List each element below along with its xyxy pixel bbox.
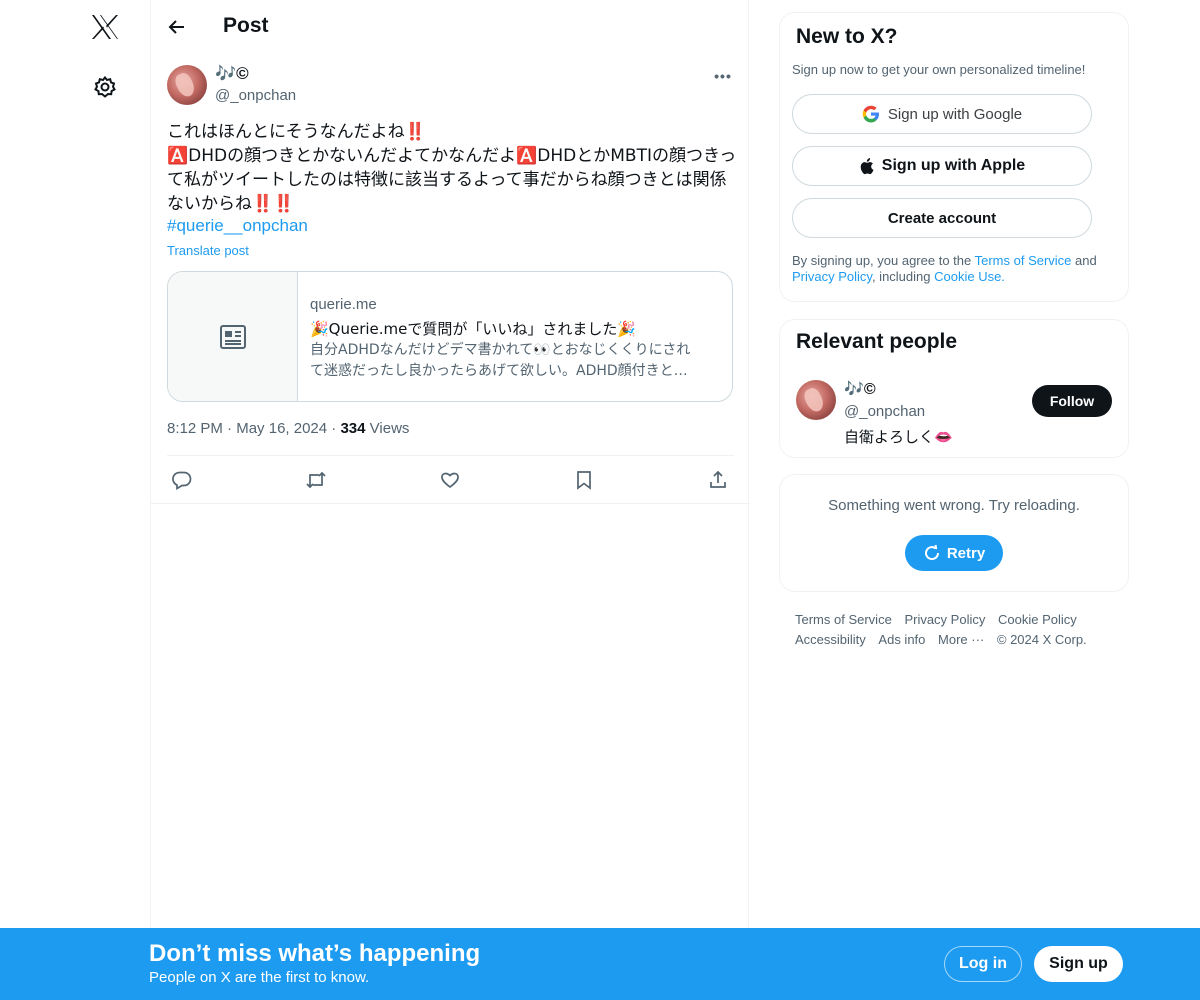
footer-link[interactable]: Accessibility: [795, 630, 866, 650]
apple-icon: [859, 157, 874, 175]
signup-button[interactable]: Sign up: [1034, 946, 1123, 982]
like-icon[interactable]: [438, 468, 462, 492]
author-name[interactable]: 🎶©: [215, 64, 249, 84]
translate-post-link[interactable]: Translate post: [167, 243, 249, 258]
legal-text: By signing up, you agree to the: [792, 253, 975, 268]
footer-link[interactable]: Privacy Policy: [904, 610, 985, 630]
card-title: 🎉Querie.meで質問が「いいね」されました🎉: [310, 320, 637, 338]
banner-subtitle: People on X are the first to know.: [149, 969, 370, 986]
reply-icon[interactable]: [170, 468, 194, 492]
card-description-line: 自分ADHDなんだけどデマ書かれて👀とおなじくくりにされ: [310, 342, 691, 358]
create-account-button[interactable]: Create account: [792, 198, 1092, 238]
retry-button[interactable]: Retry: [905, 535, 1003, 571]
follow-button[interactable]: Follow: [1032, 385, 1112, 417]
banner-title: Don’t miss what’s happening: [149, 940, 481, 967]
footer-more[interactable]: More ···: [938, 630, 984, 650]
post-time[interactable]: 8:12 PM: [167, 420, 223, 437]
refresh-icon: [923, 544, 941, 562]
relevant-name[interactable]: 🎶©: [844, 379, 876, 399]
google-icon: [862, 105, 880, 123]
copyright: © 2024 X Corp.: [996, 632, 1087, 647]
login-button[interactable]: Log in: [944, 946, 1022, 982]
separator: ·: [227, 420, 237, 437]
cookie-link[interactable]: Cookie Use.: [934, 269, 1005, 284]
page-header: Post: [151, 0, 750, 54]
bookmark-icon[interactable]: [572, 468, 596, 492]
relevant-title: Relevant people: [796, 330, 958, 353]
footer-link[interactable]: Ads info: [878, 630, 925, 650]
error-box: Something went wrong. Try reloading. Ret…: [779, 474, 1129, 592]
post-date[interactable]: May 16, 2024: [236, 420, 327, 437]
signup-apple-button[interactable]: Sign up with Apple: [792, 146, 1092, 186]
post-text-line: これはほんとにそうなんだよね‼️: [167, 122, 426, 142]
avatar[interactable]: [796, 380, 836, 420]
signup-legal: By signing up, you agree to the Terms of…: [792, 253, 1122, 285]
signup-box: New to X? Sign up now to get your own pe…: [779, 12, 1129, 302]
footer-links: Terms of Service Privacy Policy Cookie P…: [795, 610, 1115, 650]
divider: [151, 503, 750, 504]
hashtag-link[interactable]: #querie__onpchan: [167, 216, 308, 236]
footer-link[interactable]: Terms of Service: [795, 610, 892, 630]
author-handle[interactable]: @_onpchan: [215, 87, 296, 104]
card-domain: querie.me: [310, 296, 377, 313]
gear-icon[interactable]: [92, 74, 118, 100]
signup-subtitle: Sign up now to get your own personalized…: [792, 62, 1086, 77]
post-text-line: ないからね‼️‼️: [167, 194, 295, 214]
signup-google-button[interactable]: Sign up with Google: [792, 94, 1092, 134]
avatar[interactable]: [167, 65, 207, 105]
link-card[interactable]: querie.me 🎉Querie.meで質問が「いいね」されました🎉 自分AD…: [167, 271, 733, 402]
views-label: Views: [369, 420, 410, 437]
privacy-link[interactable]: Privacy Policy: [792, 269, 872, 284]
signup-google-label: Sign up with Google: [887, 105, 1023, 123]
views-count: 334: [340, 420, 366, 437]
relevant-people-box: Relevant people 🎶© @_onpchan 自衛よろしく👄 Fol…: [779, 319, 1129, 458]
repost-icon[interactable]: [304, 468, 328, 492]
post-actions: [167, 455, 734, 503]
post-text-line: て私がツイートしたのは特徴に該当するよって事だからね顔つきとは関係: [167, 170, 727, 190]
card-description-line: て迷惑だったし良かったらあげて欲しい。ADHD顔付きと…: [310, 363, 688, 379]
main-column: Post 🎶© @_onpchan ••• これはほんとにそうなんだよね‼️ 🅰…: [150, 0, 750, 1000]
share-icon[interactable]: [706, 468, 730, 492]
relevant-handle[interactable]: @_onpchan: [844, 403, 925, 420]
signup-title: New to X?: [796, 25, 898, 48]
page-title: Post: [223, 14, 269, 37]
post-text-line: 🅰️DHDの顔つきとかないんだよてかなんだよ🅰️DHDとかMBTIの顔つきっ: [167, 146, 737, 166]
post-text: これはほんとにそうなんだよね‼️ 🅰️DHDの顔つきとかないんだよてかなんだよ🅰…: [167, 120, 737, 216]
article-icon: [168, 272, 298, 401]
legal-text: , including: [871, 269, 935, 284]
legal-text: and: [1071, 253, 1097, 268]
left-nav: [0, 0, 150, 1000]
retry-label: Retry: [946, 544, 986, 562]
more-icon[interactable]: •••: [713, 66, 733, 86]
post-meta: 8:12 PM · May 16, 2024 · 334 Views: [167, 420, 409, 437]
terms-link[interactable]: Terms of Service: [975, 253, 1072, 268]
card-description: 自分ADHDなんだけどデマ書かれて👀とおなじくくりにされ て迷惑だったし良かった…: [310, 340, 720, 382]
arrow-left-icon[interactable]: [165, 15, 189, 39]
relevant-bio: 自衛よろしく👄: [844, 428, 953, 446]
x-logo-icon[interactable]: [90, 12, 120, 42]
signup-apple-label: Sign up with Apple: [881, 157, 1026, 174]
error-message: Something went wrong. Try reloading.: [828, 497, 1080, 514]
login-banner: Don’t miss what’s happening People on X …: [0, 928, 1200, 1000]
footer-link[interactable]: Cookie Policy: [998, 610, 1077, 630]
